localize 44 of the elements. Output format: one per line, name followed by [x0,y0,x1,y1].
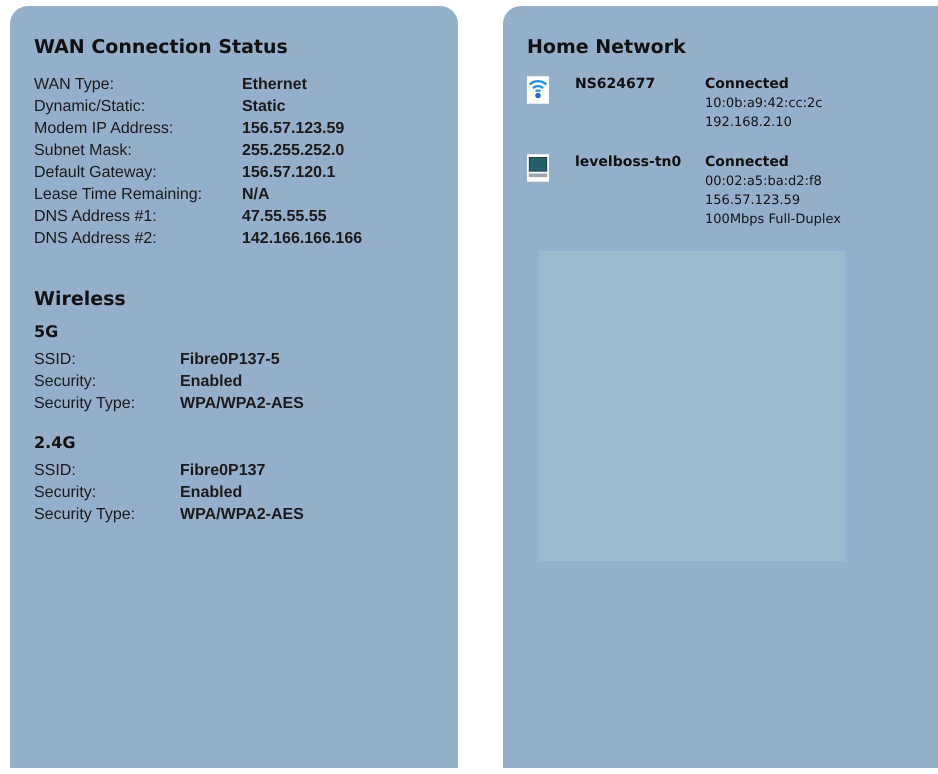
field-label: Lease Time Remaining: [34,186,204,204]
field-value: 142.166.166.166 [242,230,364,248]
field-value: Ethernet [242,76,308,94]
section-title: WAN Connection Status [34,36,289,58]
field-value: Fibre0P137-5 [180,351,281,369]
device-detail: 192.168.2.10 [705,115,793,130]
field-label: Security: [34,484,98,502]
field-value: N/A [242,186,271,204]
band-title: 2.4G [34,433,76,452]
field-value: Static [242,98,287,116]
field-label: Modem IP Address: [34,120,174,138]
device-name: NS624677 [575,76,656,92]
field-label: WAN Type: [34,76,116,94]
field-label: Security Type: [34,506,136,524]
field-value: 156.57.120.1 [242,164,336,182]
field-label: Dynamic/Static: [34,98,146,116]
field-value: 47.55.55.55 [242,208,328,226]
device-detail: 00:02:a5:ba:d2:f8 [705,174,823,189]
computer-icon [527,154,549,182]
field-label: Default Gateway: [34,164,158,182]
field-label: Security: [34,373,98,391]
device-detail: 156.57.123.59 [705,193,802,208]
field-value: Enabled [180,373,244,391]
field-label: Subnet Mask: [34,142,133,160]
section-title: Home Network [527,36,687,58]
field-value: Fibre0P137 [180,462,266,480]
field-label: DNS Address #2: [34,230,158,248]
device-name: levelboss-tn0 [575,154,682,170]
device-status: Connected [705,76,790,92]
device-status: Connected [705,154,790,170]
field-label: SSID: [34,351,77,369]
device-detail: 10:0b:a9:42:cc:2c [705,96,822,111]
field-value: 156.57.123.59 [242,120,346,138]
field-value: 255.255.252.0 [242,142,346,160]
field-value: Enabled [180,484,244,502]
field-value: WPA/WPA2-AES [180,395,305,413]
band-title: 5G [34,322,60,341]
field-label: SSID: [34,462,77,480]
wifi-icon [527,76,549,104]
field-value: WPA/WPA2-AES [180,506,305,524]
field-label: DNS Address #1: [34,208,158,226]
device-detail: 100Mbps Full-Duplex [705,212,841,227]
field-label: Security Type: [34,395,136,413]
section-title: Wireless [34,288,127,310]
